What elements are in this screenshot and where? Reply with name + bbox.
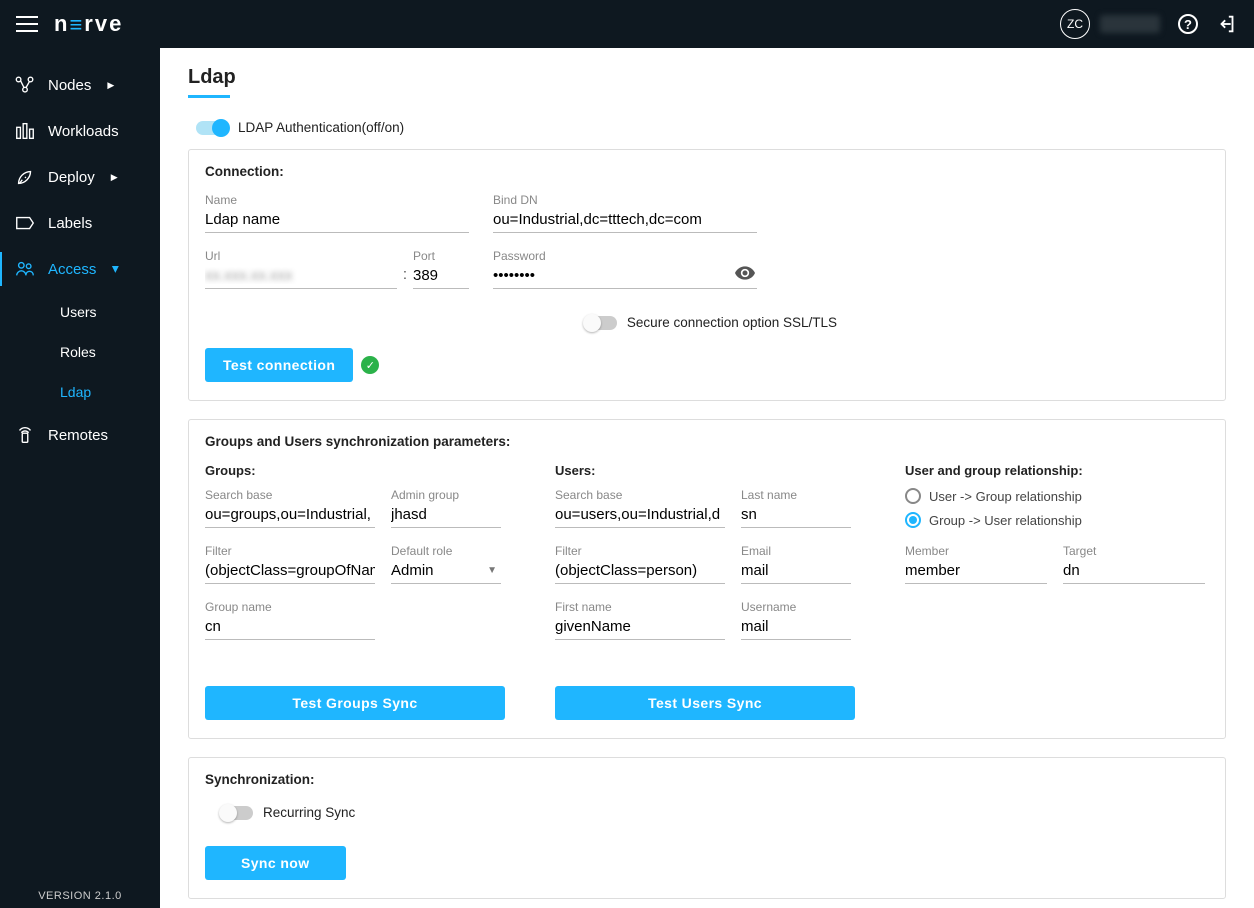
name-input[interactable] bbox=[205, 208, 469, 233]
port-input[interactable] bbox=[413, 264, 469, 289]
sidebar-item-nodes[interactable]: Nodes ▶ bbox=[0, 62, 160, 108]
nav-label: Nodes bbox=[48, 77, 91, 94]
hamburger-icon[interactable] bbox=[16, 16, 38, 32]
connection-title: Connection: bbox=[205, 164, 1209, 179]
sync-params-title: Groups and Users synchronization paramet… bbox=[205, 434, 1209, 449]
admin-group-input[interactable] bbox=[391, 503, 501, 528]
nav-label: Access bbox=[48, 261, 96, 278]
test-users-sync-button[interactable]: Test Users Sync bbox=[555, 686, 855, 720]
help-icon[interactable]: ? bbox=[1178, 14, 1198, 34]
lastname-input[interactable] bbox=[741, 503, 851, 528]
recurring-sync-label: Recurring Sync bbox=[263, 805, 355, 820]
test-groups-sync-button[interactable]: Test Groups Sync bbox=[205, 686, 505, 720]
ldap-auth-toggle[interactable] bbox=[196, 121, 228, 135]
topbar: n≡rve ZC ? bbox=[0, 0, 1254, 48]
workloads-icon bbox=[14, 120, 36, 142]
groups-searchbase-input[interactable] bbox=[205, 503, 375, 528]
chevron-right-icon: ▶ bbox=[111, 172, 118, 183]
binddn-label: Bind DN bbox=[493, 193, 757, 207]
default-role-select[interactable] bbox=[391, 559, 501, 584]
chevron-down-icon: ▶ bbox=[110, 266, 121, 273]
lastname-label: Last name bbox=[741, 488, 851, 502]
users-filter-input[interactable] bbox=[555, 559, 725, 584]
sidebar-item-deploy[interactable]: Deploy ▶ bbox=[0, 154, 160, 200]
recurring-sync-toggle[interactable] bbox=[221, 806, 253, 820]
radio-icon bbox=[905, 488, 921, 504]
nodes-icon bbox=[14, 74, 36, 96]
target-label: Target bbox=[1063, 544, 1205, 558]
admin-group-label: Admin group bbox=[391, 488, 501, 502]
default-role-label: Default role bbox=[391, 544, 501, 558]
users-filter-label: Filter bbox=[555, 544, 725, 558]
main-content: Ldap LDAP Authentication(off/on) Connect… bbox=[160, 48, 1254, 908]
synchronization-title: Synchronization: bbox=[205, 772, 1209, 787]
remotes-icon bbox=[14, 424, 36, 446]
users-searchbase-input[interactable] bbox=[555, 503, 725, 528]
group-name-input[interactable] bbox=[205, 615, 375, 640]
labels-icon bbox=[14, 212, 36, 234]
nav-label: Labels bbox=[48, 215, 92, 232]
binddn-input[interactable] bbox=[493, 208, 757, 233]
users-heading: Users: bbox=[555, 463, 855, 478]
subnav-users[interactable]: Users bbox=[60, 292, 160, 332]
username-input[interactable] bbox=[741, 615, 851, 640]
firstname-label: First name bbox=[555, 600, 725, 614]
nav-label: Workloads bbox=[48, 123, 119, 140]
radio-user-group[interactable]: User -> Group relationship bbox=[905, 488, 1205, 504]
sidebar-item-remotes[interactable]: Remotes bbox=[0, 412, 160, 458]
username-label: Username bbox=[741, 600, 851, 614]
member-input[interactable] bbox=[905, 559, 1047, 584]
sidebar-item-access[interactable]: Access ▶ bbox=[0, 246, 160, 292]
sidebar-item-workloads[interactable]: Workloads bbox=[0, 108, 160, 154]
version-label: VERSION 2.1.0 bbox=[0, 890, 160, 902]
relationship-heading: User and group relationship: bbox=[905, 463, 1205, 478]
connection-panel: Connection: Name Bind DN bbox=[188, 149, 1226, 401]
password-label: Password bbox=[493, 249, 757, 263]
subnav-roles[interactable]: Roles bbox=[60, 332, 160, 372]
username-display bbox=[1100, 15, 1160, 33]
test-connection-button[interactable]: Test connection bbox=[205, 348, 353, 382]
sidebar: Nodes ▶ Workloads Deploy ▶ Labels Access… bbox=[0, 48, 160, 908]
name-label: Name bbox=[205, 193, 469, 207]
member-label: Member bbox=[905, 544, 1047, 558]
sync-now-button[interactable]: Sync now bbox=[205, 846, 346, 880]
avatar[interactable]: ZC bbox=[1060, 9, 1090, 39]
groups-filter-label: Filter bbox=[205, 544, 375, 558]
groups-heading: Groups: bbox=[205, 463, 505, 478]
secure-label: Secure connection option SSL/TLS bbox=[627, 315, 837, 330]
page-title: Ldap bbox=[188, 66, 1226, 89]
access-icon bbox=[14, 258, 36, 280]
url-label: Url bbox=[205, 249, 397, 263]
password-input[interactable] bbox=[493, 264, 757, 289]
target-input[interactable] bbox=[1063, 559, 1205, 584]
url-input[interactable] bbox=[205, 264, 397, 289]
eye-icon[interactable] bbox=[735, 265, 755, 281]
nav-label: Deploy bbox=[48, 169, 95, 186]
synchronization-panel: Synchronization: Recurring Sync Sync now bbox=[188, 757, 1226, 899]
users-searchbase-label: Search base bbox=[555, 488, 725, 502]
sidebar-item-labels[interactable]: Labels bbox=[0, 200, 160, 246]
subnav-ldap[interactable]: Ldap bbox=[60, 372, 160, 412]
secure-connection-toggle[interactable] bbox=[585, 316, 617, 330]
logout-icon[interactable] bbox=[1216, 13, 1238, 35]
firstname-input[interactable] bbox=[555, 615, 725, 640]
ldap-auth-label: LDAP Authentication(off/on) bbox=[238, 120, 404, 135]
check-icon: ✓ bbox=[361, 356, 379, 374]
nav-label: Remotes bbox=[48, 427, 108, 444]
radio-icon bbox=[905, 512, 921, 528]
groups-searchbase-label: Search base bbox=[205, 488, 375, 502]
sync-params-panel: Groups and Users synchronization paramet… bbox=[188, 419, 1226, 739]
email-label: Email bbox=[741, 544, 851, 558]
groups-filter-input[interactable] bbox=[205, 559, 375, 584]
radio-label: User -> Group relationship bbox=[929, 489, 1082, 504]
port-label: Port bbox=[413, 249, 469, 263]
logo: n≡rve bbox=[54, 11, 123, 37]
email-input[interactable] bbox=[741, 559, 851, 584]
chevron-right-icon: ▶ bbox=[107, 80, 114, 91]
radio-label: Group -> User relationship bbox=[929, 513, 1082, 528]
radio-group-user[interactable]: Group -> User relationship bbox=[905, 512, 1205, 528]
deploy-icon bbox=[14, 166, 36, 188]
group-name-label: Group name bbox=[205, 600, 375, 614]
